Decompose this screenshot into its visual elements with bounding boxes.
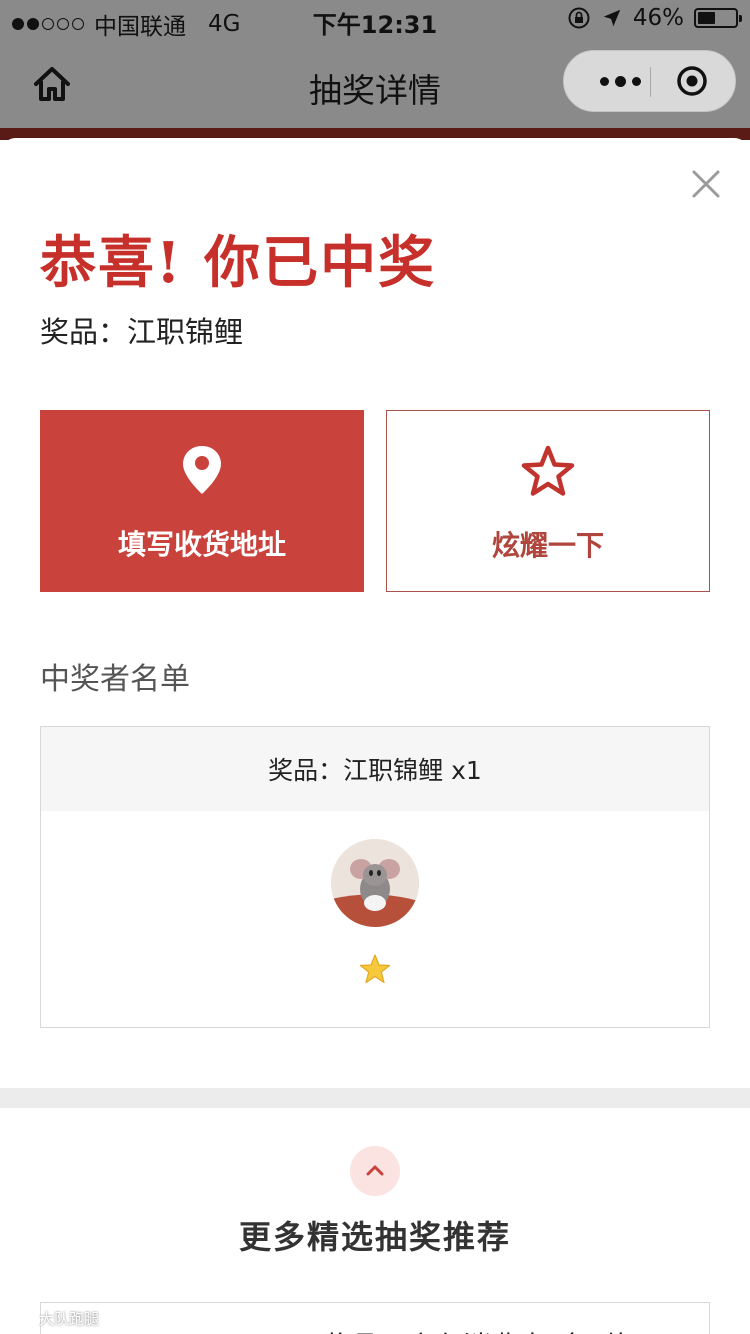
battery-icon xyxy=(694,8,742,28)
capsule-divider xyxy=(650,67,651,97)
lottery-detail-page: 中国联通 4G 下午12:31 46% 抽奖详情 恭喜! 你已中奖 奖品：江职锦… xyxy=(0,0,750,1334)
fill-address-button[interactable]: 填写收货地址 xyxy=(40,410,364,592)
close-icon[interactable] xyxy=(688,166,724,202)
location-pin-icon xyxy=(183,446,221,494)
congrats-title: 恭喜! 你已中奖 xyxy=(40,230,437,296)
watermark-text: 大队跑腿 xyxy=(39,1310,100,1328)
watermark-logo-icon xyxy=(7,1311,33,1326)
more-dots-icon[interactable] xyxy=(590,51,650,111)
recommendation-prize-text: 奖品：方色消费卡（面值 2 xyxy=(323,1325,658,1334)
winner-avatar[interactable] xyxy=(331,839,419,927)
show-off-label: 炫耀一下 xyxy=(491,529,604,562)
watermark: 大队跑腿 xyxy=(6,1308,99,1329)
mouse-cartoon-image xyxy=(331,839,419,927)
close-miniprogram-icon[interactable] xyxy=(676,65,708,97)
fill-address-label: 填写收货地址 xyxy=(117,528,286,561)
star-outline-icon xyxy=(521,445,575,496)
recommendation-card[interactable]: 奖品：方色消费卡（面值 2 xyxy=(40,1302,710,1334)
navigation-bar: 抽奖详情 xyxy=(0,40,750,128)
more-recommendations-title: 更多精选抽奖推荐 xyxy=(238,1218,511,1256)
winner-star-icon xyxy=(359,954,391,984)
show-off-button[interactable]: 炫耀一下 xyxy=(386,410,710,592)
chevron-up-icon xyxy=(366,1165,384,1176)
battery-percent: 46% xyxy=(632,5,684,31)
status-right: 46% xyxy=(567,5,742,31)
rotation-lock-icon xyxy=(568,7,590,29)
winners-prize-line: 奖品：江职锦鲤 x1 xyxy=(41,727,709,811)
prize-label: 奖品：江职锦鲤 xyxy=(40,315,244,349)
location-arrow-icon xyxy=(603,9,621,27)
winners-list: 奖品：江职锦鲤 x1 xyxy=(40,726,710,1028)
miniprogram-capsule xyxy=(563,50,736,112)
section-divider xyxy=(0,1088,750,1108)
collapse-button[interactable] xyxy=(350,1146,400,1196)
winners-heading: 中奖者名单 xyxy=(40,662,190,697)
status-bar: 中国联通 4G 下午12:31 46% xyxy=(0,0,750,40)
